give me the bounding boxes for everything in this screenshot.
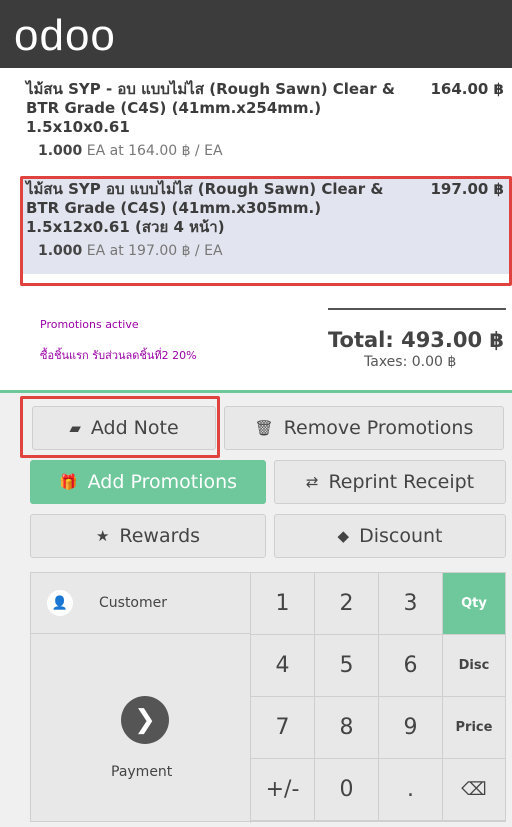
backspace-icon[interactable]: ⌫ (443, 759, 506, 821)
highlight-box-add-note (20, 396, 220, 458)
numpad-key-9[interactable]: 9 (379, 697, 443, 759)
orderline-info: 1.000 EA at 164.00 ฿ / EA (38, 143, 504, 159)
rewards-label: Rewards (119, 525, 201, 547)
top-bar: odoo (0, 0, 512, 68)
discount-label: Discount (359, 525, 443, 547)
customer-button[interactable]: 👤 Customer (31, 573, 251, 634)
gift-icon: 🎁 (58, 473, 78, 491)
highlight-box-orderline (20, 176, 512, 286)
numpad-key-8[interactable]: 8 (315, 697, 379, 759)
numpad-key-3[interactable]: 3 (379, 573, 443, 635)
order-total: Total: 493.00 ฿ (328, 328, 505, 352)
orderline-qty: 1.000 (38, 143, 83, 159)
numpad-key-1[interactable]: 1 (251, 573, 315, 635)
add-promotions-label: Add Promotions (87, 471, 238, 493)
user-icon: 👤 (47, 590, 73, 616)
discount-button[interactable]: ◆ Discount (274, 514, 506, 558)
add-promotions-button[interactable]: 🎁 Add Promotions (30, 460, 266, 504)
tag-icon: ◆ (337, 527, 350, 545)
payment-button[interactable]: ❯ Payment (31, 634, 251, 823)
orderline-price: 164.00 ฿ (430, 80, 504, 98)
numpad-key-4[interactable]: 4 (251, 635, 315, 697)
mode-qty-button[interactable]: Qty (443, 573, 506, 635)
trash-icon: 🗑 (254, 419, 274, 437)
numpad-key-dot[interactable]: . (379, 759, 443, 821)
total-divider (328, 308, 506, 310)
remove-promotions-button[interactable]: 🗑 Remove Promotions (224, 406, 504, 450)
rewards-button[interactable]: ★ Rewards (30, 514, 266, 558)
numpad-key-6[interactable]: 6 (379, 635, 443, 697)
retweet-icon: ⇄ (305, 473, 319, 491)
promotions-active-label: Promotions active (40, 318, 139, 331)
orderline[interactable]: ไม้สน SYP - อบ แบบไม่ไส (Rough Sawn) Cle… (22, 76, 512, 174)
reprint-receipt-label: Reprint Receipt (328, 471, 475, 493)
numpad-key-plus-minus[interactable]: +/- (251, 759, 315, 821)
orderline-product-name: ไม้สน SYP - อบ แบบไม่ไส (Rough Sawn) Cle… (26, 80, 395, 136)
star-icon: ★ (95, 527, 110, 545)
orderline-unit-price: EA at 164.00 ฿ / EA (86, 143, 223, 159)
promotion-name: ซื้อชิ้นแรก รับส่วนลดชิ้นที่2 20% (40, 349, 197, 362)
numpad-key-2[interactable]: 2 (315, 573, 379, 635)
payment-label: Payment (111, 764, 173, 780)
odoo-logo: odoo (14, 11, 116, 60)
numpad-key-5[interactable]: 5 (315, 635, 379, 697)
numpad-area: 👤 Customer ❯ Payment 1 2 3 Qty 4 5 6 Dis… (30, 572, 506, 823)
chevron-right-icon: ❯ (121, 696, 169, 744)
reprint-receipt-button[interactable]: ⇄ Reprint Receipt (274, 460, 506, 504)
numpad-key-7[interactable]: 7 (251, 697, 315, 759)
order-taxes: Taxes: 0.00 ฿ (364, 354, 457, 370)
mode-disc-button[interactable]: Disc (443, 635, 506, 697)
numpad-key-0[interactable]: 0 (315, 759, 379, 821)
remove-promotions-label: Remove Promotions (283, 417, 474, 439)
mode-price-button[interactable]: Price (443, 697, 506, 759)
customer-label: Customer (99, 595, 168, 611)
